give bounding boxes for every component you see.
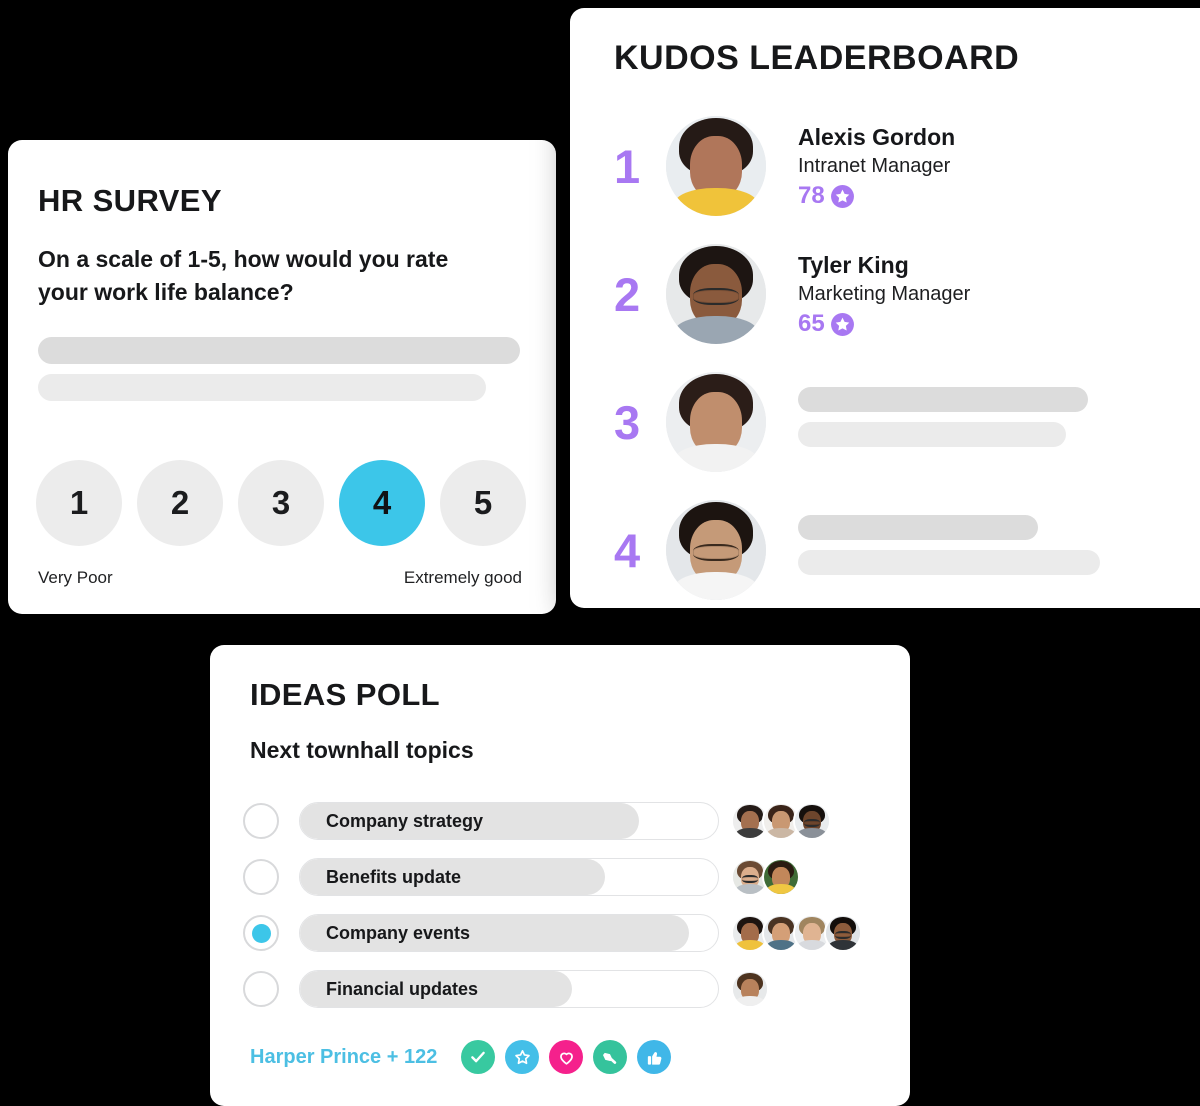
avatar — [666, 116, 766, 216]
kudos-name: Tyler King — [798, 252, 909, 279]
rating-option-5[interactable]: 5 — [440, 460, 526, 546]
thumbs-up-icon — [647, 1051, 662, 1065]
kudos-score-value: 78 — [798, 182, 825, 210]
poll-option-row: Benefits update — [243, 849, 883, 905]
kudos-rank: 2 — [614, 267, 641, 321]
reaction-check-button[interactable] — [461, 1040, 496, 1074]
kudos-row[interactable]: 2 Tyler King Marketing Manager 65 — [570, 230, 1200, 358]
kudos-rank: 1 — [614, 139, 641, 193]
poll-voter-avatars — [731, 802, 831, 840]
poll-bar-financial-updates[interactable]: Financial updates — [299, 970, 719, 1008]
kudos-placeholder — [798, 387, 1200, 457]
reaction-thumbs-up-button[interactable] — [637, 1040, 672, 1074]
avatar — [762, 858, 800, 896]
kudos-role: Intranet Manager — [798, 154, 951, 177]
check-icon — [471, 1051, 486, 1063]
avatar — [666, 244, 766, 344]
ideas-poll-card: IDEAS POLL Next townhall topics Company … — [210, 645, 910, 1106]
avatar — [666, 372, 766, 472]
avatar — [824, 914, 862, 952]
hr-survey-card: HR SURVEY On a scale of 1-5, how would y… — [8, 140, 556, 614]
star-badge-icon — [830, 312, 854, 336]
avatar — [666, 500, 766, 600]
kudos-score: 78 — [798, 184, 1200, 209]
poll-voter-avatars — [731, 914, 862, 952]
poll-bar-company-events[interactable]: Company events — [299, 914, 719, 952]
reaction-heart-button[interactable] — [549, 1040, 584, 1074]
poll-option-label: Company strategy — [326, 810, 484, 831]
reaction-bar: Harper Prince + 122 — [250, 1040, 681, 1074]
poll-option-label: Financial updates — [326, 978, 479, 999]
poll-option-row: Financial updates — [243, 961, 883, 1017]
poll-radio-benefits-update[interactable] — [243, 859, 279, 895]
poll-option-row: Company events — [243, 905, 883, 961]
rating-option-3[interactable]: 3 — [238, 460, 324, 546]
skeleton-line — [798, 422, 1066, 447]
avatar — [793, 802, 831, 840]
kudos-role: Marketing Manager — [798, 282, 971, 305]
skeleton-line — [38, 337, 520, 364]
ideas-poll-subtitle: Next townhall topics — [250, 737, 474, 763]
kudos-leaderboard-title: KUDOS LEADERBOARD — [614, 39, 1020, 77]
reaction-hammer-button[interactable] — [593, 1040, 628, 1074]
hammer-icon — [602, 1052, 617, 1064]
kudos-rank: 4 — [614, 523, 641, 577]
kudos-score-value: 65 — [798, 310, 825, 338]
kudos-row[interactable]: 4 — [570, 486, 1200, 614]
poll-bar-company-strategy[interactable]: Company strategy — [299, 802, 719, 840]
rating-max-label: Extremely good — [403, 568, 522, 587]
kudos-score: 65 — [798, 312, 1200, 337]
poll-option-row: Company strategy — [243, 793, 883, 849]
ideas-poll-title: IDEAS POLL — [250, 677, 441, 712]
poll-option-label: Benefits update — [326, 866, 462, 887]
rating-option-4[interactable]: 4 — [339, 460, 425, 546]
reaction-star-button[interactable] — [505, 1040, 540, 1074]
reactor-name[interactable]: Harper Prince + 122 — [250, 1046, 437, 1069]
skeleton-line — [798, 550, 1100, 575]
poll-bar-benefits-update[interactable]: Benefits update — [299, 858, 719, 896]
rating-option-1[interactable]: 1 — [36, 460, 122, 546]
kudos-info: Alexis Gordon Intranet Manager 78 — [798, 123, 1200, 209]
kudos-row[interactable]: 3 — [570, 358, 1200, 486]
poll-voter-avatars — [731, 858, 800, 896]
star-outline-icon — [515, 1049, 530, 1064]
hr-survey-title: HR SURVEY — [38, 183, 222, 218]
heart-outline-icon — [559, 1052, 573, 1065]
poll-radio-company-events[interactable] — [243, 915, 279, 951]
rating-scale-labels: Very Poor Extremely good — [38, 568, 522, 588]
hr-survey-question: On a scale of 1-5, how would you rate yo… — [38, 246, 449, 305]
rating-scale: 1 2 3 4 5 — [36, 460, 526, 546]
poll-options-list: Company strategy Benefits update Company… — [243, 793, 883, 1017]
skeleton-line — [798, 387, 1088, 412]
poll-radio-financial-updates[interactable] — [243, 971, 279, 1007]
kudos-name: Alexis Gordon — [798, 124, 956, 151]
kudos-info: Tyler King Marketing Manager 65 — [798, 251, 1200, 337]
kudos-row[interactable]: 1 Alexis Gordon Intranet Manager 78 — [570, 102, 1200, 230]
poll-radio-company-strategy[interactable] — [243, 803, 279, 839]
rating-min-label: Very Poor — [38, 568, 113, 587]
kudos-list: 1 Alexis Gordon Intranet Manager 78 2 Ty… — [570, 102, 1200, 614]
star-badge-icon — [830, 184, 854, 208]
skeleton-line — [798, 515, 1038, 540]
kudos-leaderboard-card: KUDOS LEADERBOARD 1 Alexis Gordon Intran… — [570, 8, 1200, 608]
kudos-rank: 3 — [614, 395, 641, 449]
kudos-placeholder — [798, 515, 1200, 585]
skeleton-line — [38, 374, 486, 401]
rating-option-2[interactable]: 2 — [137, 460, 223, 546]
poll-voter-avatars — [731, 970, 769, 1008]
avatar — [731, 970, 769, 1008]
poll-option-label: Company events — [326, 922, 471, 943]
